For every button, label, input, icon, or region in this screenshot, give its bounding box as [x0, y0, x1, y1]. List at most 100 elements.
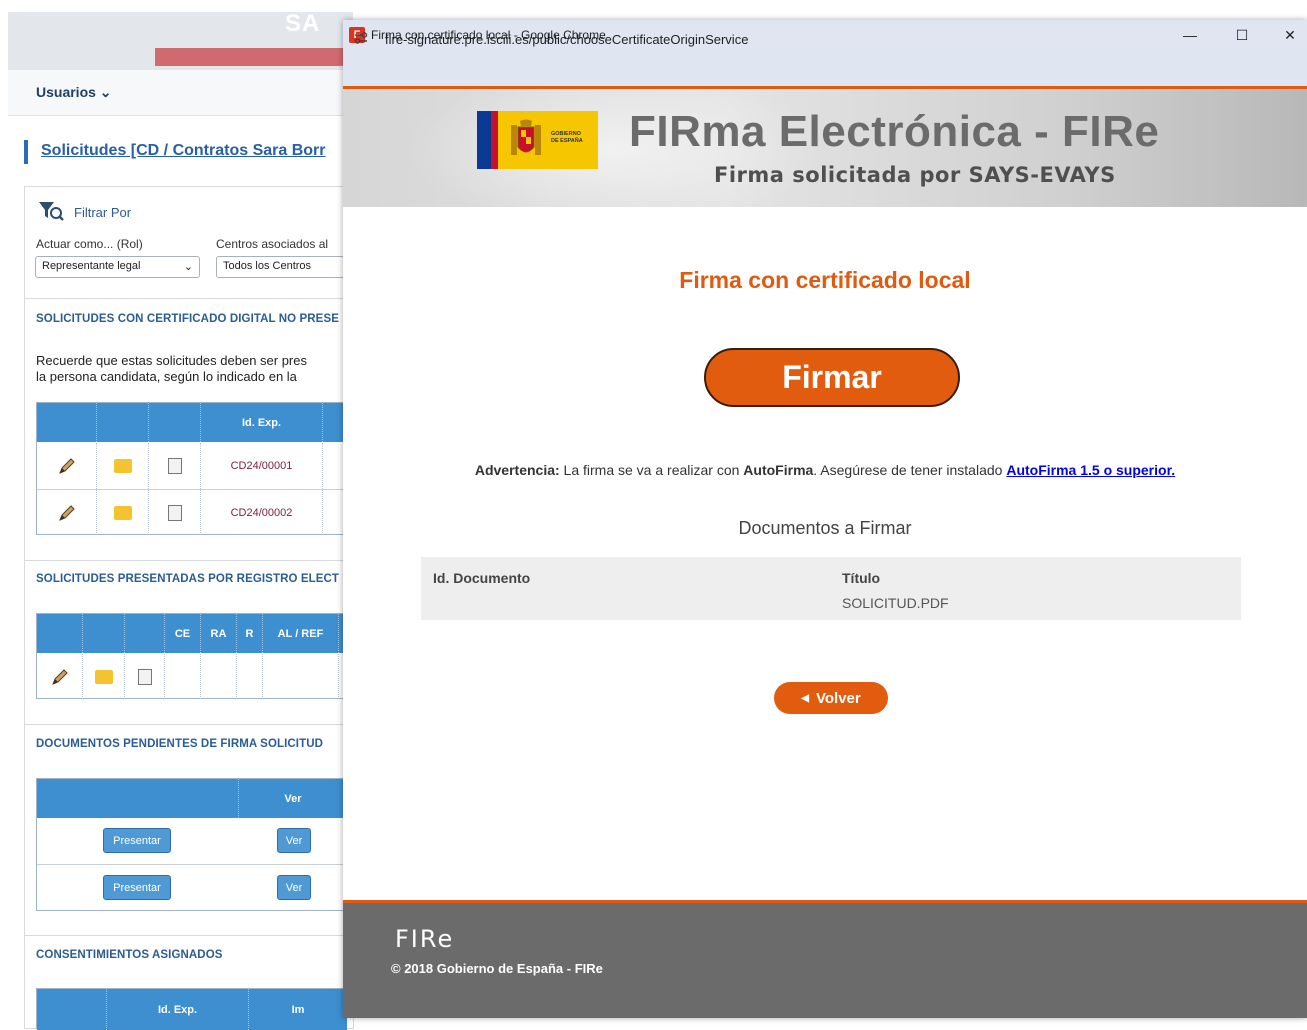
table-header-exp: Id. Exp.: [107, 989, 249, 1030]
popup-window: F Firma con certificado local - Google C…: [343, 20, 1307, 1018]
title-accent-bar: [24, 140, 28, 164]
table-header-cell: [37, 779, 239, 818]
table-cell: [165, 654, 201, 699]
gobierno-logo: GOBIERNO DE ESPAÑA: [477, 111, 598, 169]
centros-select-value: Todos los Centros: [223, 260, 312, 272]
gobierno-logo-line-2: DE ESPAÑA: [551, 138, 583, 144]
role-label: Actuar como... (Rol): [36, 237, 143, 251]
table-header-cell: [97, 403, 149, 442]
address-bar[interactable]: [343, 50, 1307, 86]
table-header-ver: Ver: [284, 792, 302, 805]
centros-label: Centros asociados al: [216, 237, 329, 251]
fire-footer-logo: FIRe: [395, 925, 455, 953]
presentar-button[interactable]: Presentar: [103, 875, 171, 900]
ver-button[interactable]: Ver: [277, 828, 311, 853]
eu-flag-stripe: [477, 111, 491, 169]
app-subtitle: Firma solicitada por SAYS-EVAYS: [714, 163, 1116, 187]
role-select[interactable]: Representante legal ⌄: [35, 256, 200, 278]
background-banner-accent: [155, 48, 355, 66]
document-icon: [167, 504, 182, 521]
caret-left-icon: ◀: [801, 692, 809, 704]
edit-button[interactable]: [37, 443, 97, 489]
table-header-exp: Id. Exp.: [201, 403, 323, 442]
document-title-cell: SOLICITUD.PDF: [842, 595, 949, 611]
spain-flag-stripe: [491, 111, 498, 169]
section-title-registro: SOLICITUDES PRESENTADAS POR REGISTRO ELE…: [36, 573, 340, 585]
close-button[interactable]: ✕: [1275, 24, 1305, 46]
app-title: FIRma Electrónica - FIRe: [629, 107, 1160, 156]
warning-app-name: AutoFirma: [743, 462, 814, 478]
close-icon: ✕: [1284, 26, 1296, 43]
autofirma-warning: Advertencia: La firma se va a realizar c…: [343, 462, 1307, 478]
edit-button[interactable]: [37, 490, 97, 535]
column-header-id: Id. Documento: [433, 570, 531, 586]
background-top-strip: [0, 0, 1307, 12]
pending-requests-table: Id. Exp. CD24/00001 CD24/00002: [36, 402, 347, 535]
pending-signature-table: Ver Presentar Ver Presentar Ver: [36, 778, 347, 911]
table-header: Id. Exp.: [37, 403, 347, 442]
url-text[interactable]: fire-signature.pre.isciii.es/public/choo…: [385, 32, 748, 47]
document-button[interactable]: [149, 443, 201, 489]
coat-of-arms-icon: [511, 119, 541, 155]
table-header-al-ref: AL / REF: [263, 614, 339, 653]
chevron-down-icon: ⌄: [183, 261, 193, 273]
notice-line-2: la persona candidata, según lo indicado …: [36, 369, 297, 384]
table-cell-exp[interactable]: CD24/00001: [201, 443, 323, 489]
folder-icon: [113, 505, 132, 520]
role-select-value: Representante legal: [42, 260, 141, 272]
autofirma-download-link[interactable]: AutoFirma 1.5 o superior: [1006, 462, 1171, 478]
table-header-cell: [37, 403, 97, 442]
table-header-cell: [83, 614, 125, 653]
table-cell-exp[interactable]: CD24/00002: [201, 490, 323, 535]
table-header-cell: [37, 989, 107, 1030]
maximize-button[interactable]: ☐: [1227, 24, 1257, 46]
row-divider: [37, 864, 347, 865]
folder-icon: [113, 459, 132, 473]
warning-end: .: [1171, 462, 1176, 478]
footer-copyright: © 2018 Gobierno de España - FIRe: [391, 961, 603, 976]
warning-text-1: La firma se va a realizar con: [559, 462, 744, 478]
filter-icon[interactable]: [38, 200, 64, 222]
minimize-button[interactable]: —: [1175, 24, 1205, 46]
gobierno-logo-text: GOBIERNO DE ESPAÑA: [551, 131, 583, 145]
section-title-certificado: SOLICITUDES CON CERTIFICADO DIGITAL NO P…: [36, 313, 339, 325]
warning-label: Advertencia:: [474, 462, 560, 478]
ver-button[interactable]: Ver: [277, 875, 311, 900]
table-header-ra: RA: [201, 614, 237, 653]
folder-button[interactable]: [97, 443, 149, 489]
table-header-cell: [149, 403, 201, 442]
users-menu[interactable]: Usuarios ⌄: [36, 84, 112, 101]
pencil-icon: [58, 504, 75, 521]
table-header-ce: CE: [165, 614, 201, 653]
maximize-icon: ☐: [1235, 26, 1249, 43]
warning-text-2: . Asegúrese de tener instalado: [813, 462, 1007, 478]
folder-button[interactable]: [97, 490, 149, 535]
table-header: CE RA R AL / REF: [37, 614, 347, 653]
page-heading: Firma con certificado local: [679, 267, 971, 293]
table-header-r: R: [237, 614, 263, 653]
divider: [24, 560, 354, 561]
documents-heading: Documentos a Firmar: [738, 518, 912, 538]
edit-button[interactable]: [37, 654, 83, 699]
table-cell: [237, 654, 263, 699]
presentar-button[interactable]: Presentar: [103, 828, 171, 853]
gobierno-logo-line-1: GOBIERNO: [551, 131, 581, 137]
document-button[interactable]: [125, 654, 165, 699]
registered-requests-table: CE RA R AL / REF: [36, 613, 347, 699]
back-button[interactable]: ◀ Volver: [774, 682, 888, 714]
document-button[interactable]: [149, 490, 201, 535]
documents-table: Id. Documento Título SOLICITUD.PDF: [421, 557, 1241, 620]
divider: [24, 724, 354, 725]
centros-select[interactable]: Todos los Centros: [216, 256, 356, 278]
consents-table: Id. Exp. Im: [36, 988, 347, 1030]
site-settings-icon[interactable]: [354, 31, 368, 45]
sign-button[interactable]: Firmar: [704, 348, 960, 407]
folder-button[interactable]: [83, 654, 125, 699]
page-title[interactable]: Solicitudes [CD / Contratos Sara Borr: [41, 142, 326, 160]
filter-label[interactable]: Filtrar Por: [74, 205, 131, 220]
table-header-cell: [37, 614, 83, 653]
document-icon: [137, 668, 152, 685]
minimize-icon: —: [1183, 27, 1197, 43]
table-cell: [263, 654, 339, 699]
column-header-title: Título: [842, 570, 881, 586]
